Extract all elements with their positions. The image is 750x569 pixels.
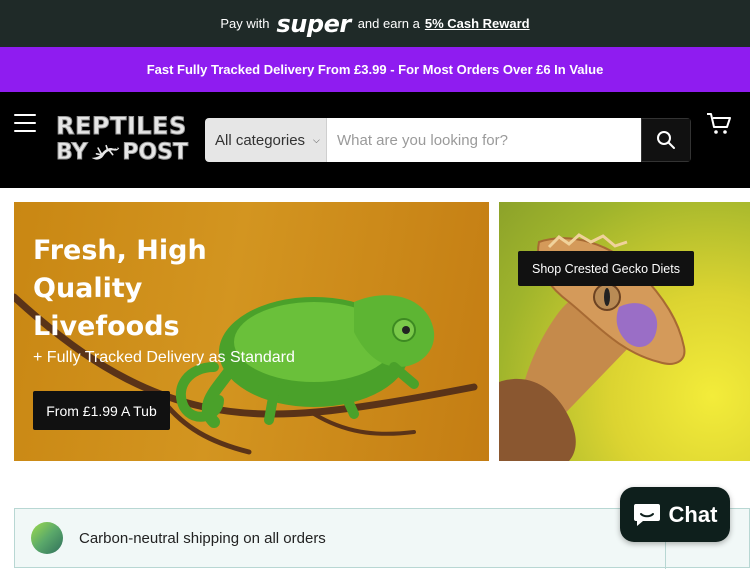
delivery-promo-text: Fast Fully Tracked Delivery From £3.99 -… (146, 62, 604, 77)
logo-reptiles: REPTILES (56, 112, 187, 141)
delivery-promo-bar[interactable]: Fast Fully Tracked Delivery From £3.99 -… (0, 47, 750, 92)
cash-reward-link[interactable]: 5% Cash Reward (425, 16, 530, 31)
announcement-bar: Pay with super and earn a 5% Cash Reward (0, 0, 750, 47)
chevron-down-icon: ⌵ (313, 134, 320, 145)
site-logo[interactable]: REPTILES BY POST (56, 112, 189, 168)
livefoods-cta-button[interactable]: From £1.99 A Tub (33, 391, 170, 430)
livefoods-hero-banner[interactable]: Fresh, High Quality Livefoods + Fully Tr… (14, 202, 489, 461)
cart-icon[interactable] (706, 112, 732, 136)
site-header: REPTILES BY POST All categories ⌵ (0, 92, 750, 188)
chat-button[interactable]: Chat (620, 487, 730, 542)
logo-by: BY (56, 140, 88, 166)
hero-subtitle: + Fully Tracked Delivery as Standard (33, 349, 295, 366)
category-select-value: All categories (215, 131, 306, 149)
search-button[interactable] (641, 118, 691, 162)
pay-with-text: Pay with (220, 16, 270, 31)
chat-label: Chat (668, 501, 718, 527)
search-bar: All categories ⌵ (205, 118, 691, 162)
logo-post: POST (122, 140, 189, 166)
carbon-neutral-icon (31, 522, 63, 554)
category-select[interactable]: All categories ⌵ (205, 118, 327, 162)
hero-title: Fresh, High Quality Livefoods (33, 235, 207, 342)
chat-bubble-icon (633, 503, 660, 526)
crested-gecko-image (499, 233, 686, 461)
crested-gecko-banner[interactable]: Shop Crested Gecko Diets (499, 202, 750, 461)
carbon-neutral-text: Carbon-neutral shipping on all orders (79, 529, 326, 547)
crested-gecko-diets-button[interactable]: Shop Crested Gecko Diets (518, 251, 694, 286)
earn-text: and earn a (357, 16, 420, 31)
search-icon (657, 131, 675, 149)
super-logo: super (276, 9, 352, 38)
gecko-icon (91, 144, 119, 160)
hamburger-menu-icon[interactable] (14, 114, 36, 132)
search-input[interactable] (327, 118, 641, 162)
